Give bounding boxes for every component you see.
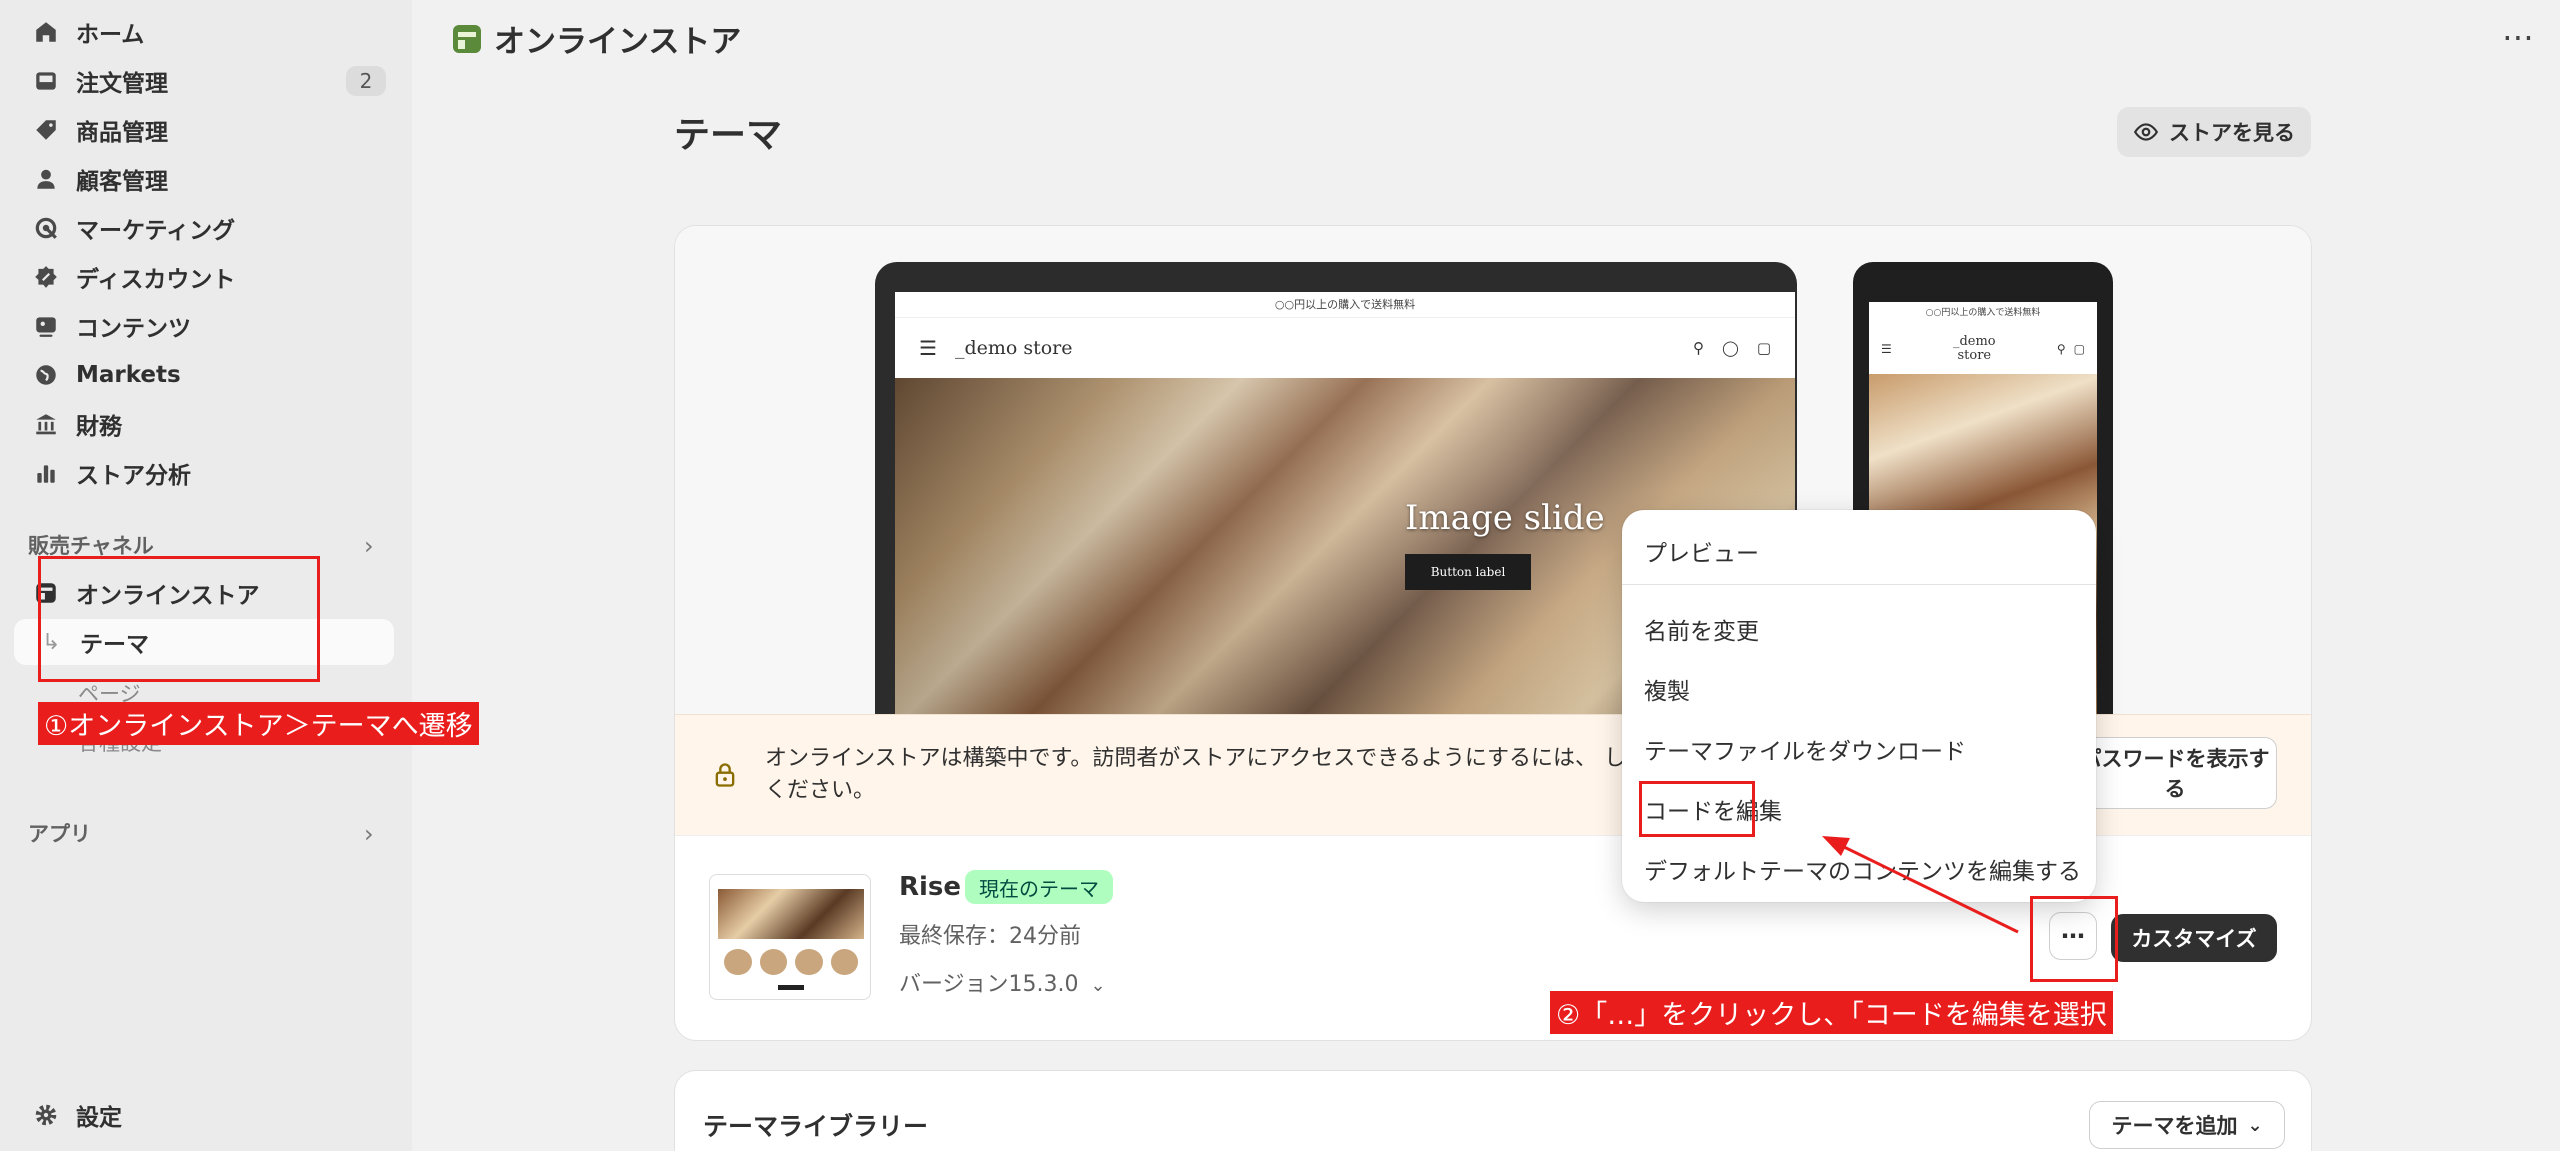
chevron-down-icon: ⌄ bbox=[1090, 975, 1106, 996]
menu-item-download-theme-file[interactable]: テーマファイルをダウンロード bbox=[1644, 732, 1966, 766]
gear-icon bbox=[32, 1101, 60, 1129]
search-icon: ⚲ bbox=[1693, 339, 1705, 357]
add-theme-button[interactable]: テーマを追加 ⌄ bbox=[2089, 1101, 2285, 1149]
store-name-line1: _demo bbox=[1952, 334, 1996, 349]
annotation-step1: ①オンラインストア＞テーマへ遷移 bbox=[38, 702, 479, 745]
content-icon bbox=[32, 312, 60, 340]
theme-name: Rise bbox=[899, 872, 962, 902]
theme-thumbnail bbox=[709, 874, 871, 1000]
sidebar-item-discounts[interactable]: ディスカウント bbox=[14, 254, 394, 300]
sidebar-item-orders[interactable]: 注文管理 2 bbox=[14, 58, 394, 104]
header: オンラインストア bbox=[452, 16, 741, 61]
sidebar-item-analytics[interactable]: ストア分析 bbox=[14, 450, 394, 496]
store-name-line2: store bbox=[1957, 348, 1992, 363]
cart-icon: ▢ bbox=[1756, 339, 1771, 357]
view-store-button[interactable]: ストアを見る bbox=[2117, 107, 2311, 157]
theme-library-card: テーマライブラリー テーマを追加 ⌄ bbox=[674, 1070, 2312, 1151]
sidebar-item-content[interactable]: コンテンツ bbox=[14, 303, 394, 349]
sidebar-item-label: マーケティング bbox=[76, 218, 236, 244]
tag-icon bbox=[32, 116, 60, 144]
menu-item-edit-default-theme-content[interactable]: デフォルトテーマのコンテンツを編集する bbox=[1644, 852, 2081, 886]
lock-icon bbox=[715, 763, 735, 787]
header-title: オンラインストア bbox=[494, 24, 742, 60]
person-icon bbox=[32, 165, 60, 193]
theme-library-title: テーマライブラリー bbox=[703, 1112, 929, 1141]
sidebar-item-label: 顧客管理 bbox=[76, 169, 168, 195]
bar-chart-icon bbox=[32, 459, 60, 487]
sidebar-item-label: ストア分析 bbox=[76, 463, 191, 489]
online-store-logo-icon bbox=[453, 24, 481, 53]
add-theme-label: テーマを追加 bbox=[2111, 1114, 2238, 1138]
inbox-icon bbox=[32, 67, 60, 95]
menu-item-rename[interactable]: 名前を変更 bbox=[1644, 612, 1759, 646]
bank-icon bbox=[32, 410, 60, 438]
sidebar-item-finance[interactable]: 財務 bbox=[14, 401, 394, 447]
apps-heading: アプリ bbox=[28, 822, 91, 846]
hero-heading: Image slide bbox=[1405, 498, 1605, 538]
sidebar-item-label: ディスカウント bbox=[76, 267, 236, 293]
chevron-down-icon: ⌄ bbox=[2247, 1114, 2263, 1136]
chevron-right-icon[interactable]: › bbox=[364, 820, 374, 848]
search-icon: ⚲ bbox=[2056, 342, 2066, 356]
menu-item-preview[interactable]: プレビュー bbox=[1644, 534, 1759, 568]
sidebar-item-label: 注文管理 bbox=[76, 71, 168, 97]
home-icon bbox=[32, 18, 60, 46]
cart-icon: ▢ bbox=[2073, 342, 2085, 356]
account-icon: ◯ bbox=[1722, 339, 1739, 357]
target-icon bbox=[32, 214, 60, 242]
sidebar-item-label: 財務 bbox=[76, 414, 122, 440]
annotation-step2: ②「…」をクリックし、「コードを編集を選択 bbox=[1550, 991, 2113, 1034]
announcement-bar: ○○円以上の購入で送料無料 bbox=[895, 292, 1795, 318]
globe-icon bbox=[32, 361, 60, 389]
sidebar-item-markets[interactable]: Markets bbox=[14, 352, 394, 398]
more-options-icon[interactable]: ⋯ bbox=[2502, 18, 2536, 56]
sidebar-item-label: Markets bbox=[76, 362, 181, 388]
annotation-box-online-store-themes bbox=[38, 556, 320, 682]
store-name: _demo store bbox=[954, 337, 1073, 359]
annotation-box-actions-button bbox=[2030, 896, 2118, 982]
sidebar-item-settings[interactable]: 設定 bbox=[14, 1092, 394, 1138]
last-saved-text: 最終保存：24分前 bbox=[899, 924, 1081, 949]
sidebar-item-home[interactable]: ホーム bbox=[14, 9, 394, 55]
notice-text: オンラインストアは構築中です。訪問者がストアにアクセスできるようにするには、 し… bbox=[765, 746, 1648, 803]
sidebar-item-label: ホーム bbox=[76, 22, 145, 48]
show-password-button[interactable]: パスワードを表示する bbox=[2073, 737, 2277, 809]
sidebar-item-products[interactable]: 商品管理 bbox=[14, 107, 394, 153]
chevron-right-icon[interactable]: › bbox=[364, 532, 374, 560]
annotation-box-edit-code bbox=[1639, 781, 1755, 837]
menu-item-duplicate[interactable]: 複製 bbox=[1644, 672, 1690, 706]
orders-count-badge: 2 bbox=[346, 66, 386, 96]
sidebar-item-marketing[interactable]: マーケティング bbox=[14, 205, 394, 251]
version-text: バージョン15.3.0 bbox=[899, 972, 1079, 997]
view-store-label: ストアを見る bbox=[2169, 121, 2295, 145]
customize-button[interactable]: カスタマイズ bbox=[2111, 914, 2277, 962]
sidebar-item-customers[interactable]: 顧客管理 bbox=[14, 156, 394, 202]
sidebar-item-label: コンテンツ bbox=[76, 316, 191, 342]
menu-icon: ☰ bbox=[1881, 342, 1892, 356]
eye-icon bbox=[2133, 123, 2159, 141]
menu-divider bbox=[1622, 584, 2096, 585]
menu-icon: ☰ bbox=[919, 336, 937, 360]
sidebar-item-label: 設定 bbox=[76, 1105, 122, 1131]
current-theme-badge: 現在のテーマ bbox=[965, 870, 1113, 904]
theme-actions-menu: プレビュー 名前を変更 複製 テーマファイルをダウンロード コードを編集 デフォ… bbox=[1622, 510, 2096, 902]
sidebar-item-label: 商品管理 bbox=[76, 120, 168, 146]
announcement-bar: ○○円以上の購入で送料無料 bbox=[1925, 308, 2041, 318]
hero-button: Button label bbox=[1405, 554, 1531, 590]
page-title: テーマ bbox=[674, 115, 783, 156]
version-selector[interactable]: バージョン15.3.0 ⌄ bbox=[899, 966, 1106, 998]
discount-icon bbox=[32, 263, 60, 291]
